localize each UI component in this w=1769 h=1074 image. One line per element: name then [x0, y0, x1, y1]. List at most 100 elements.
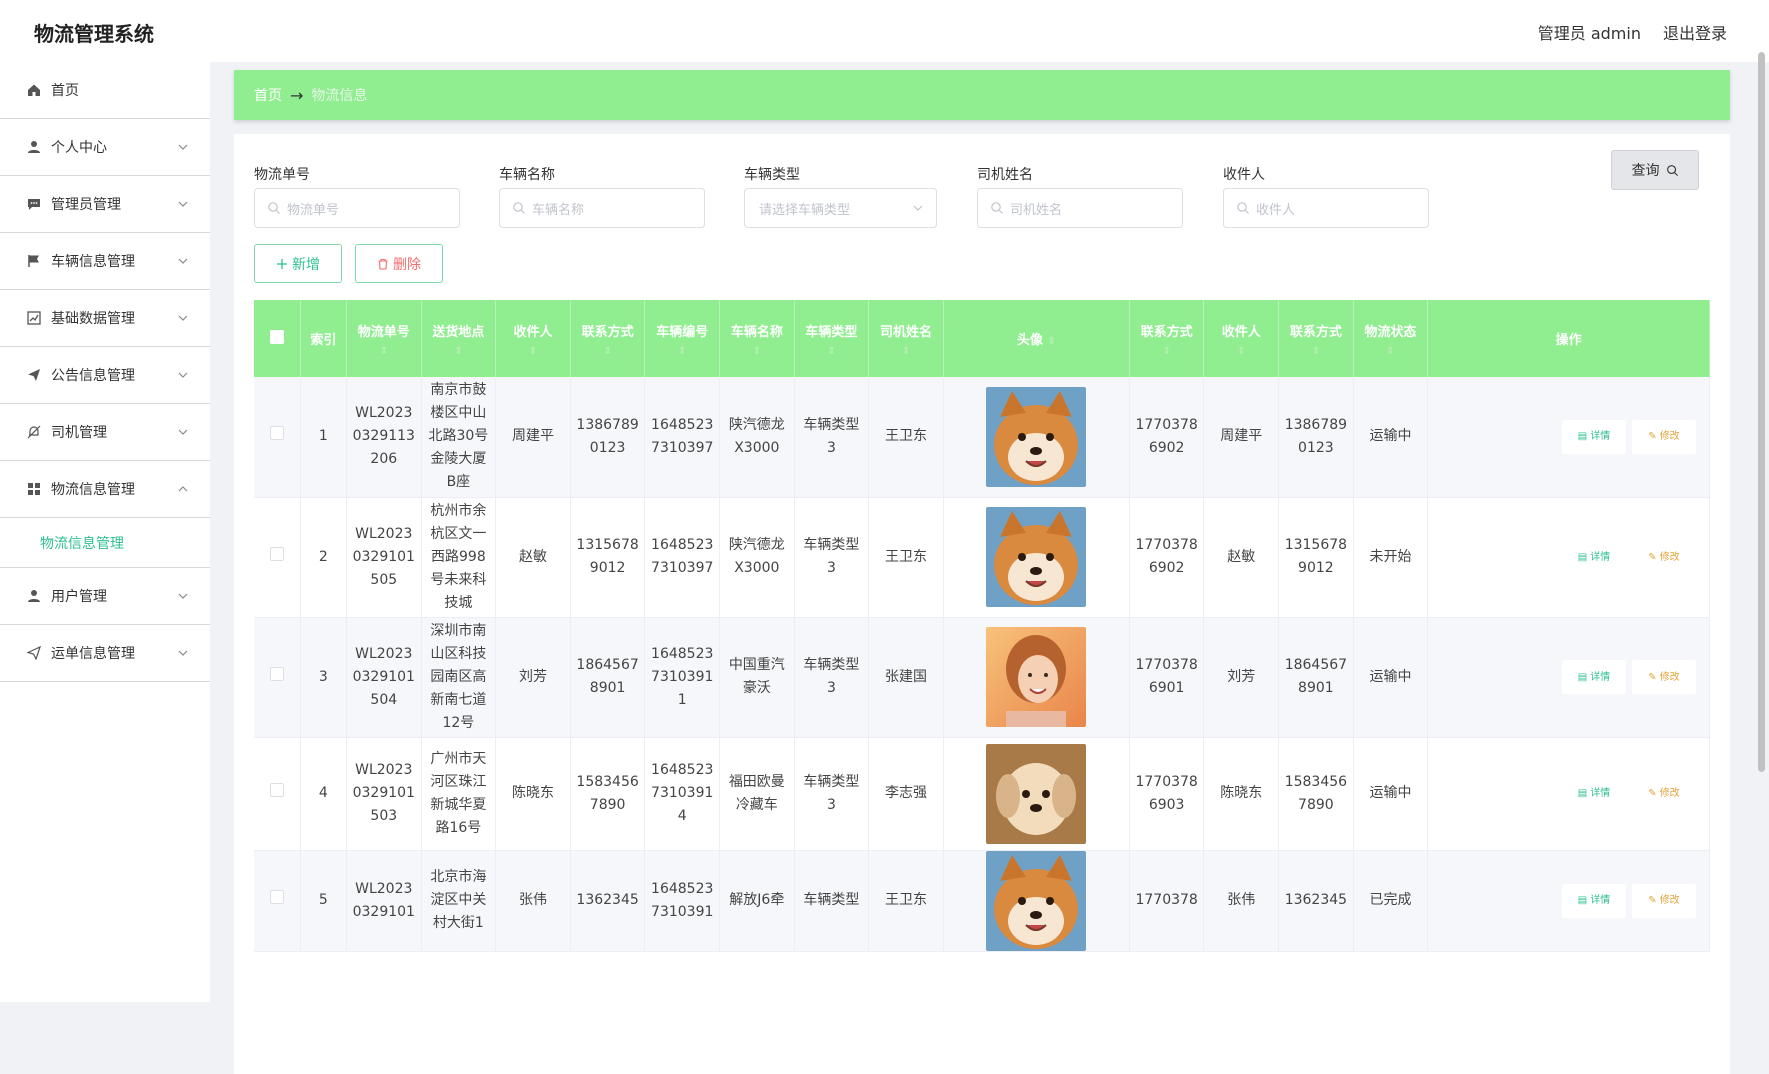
sidebar-item-home[interactable]: 首页 [0, 62, 210, 119]
sidebar-item-driver-management[interactable]: 司机管理 [0, 404, 210, 461]
flag-icon [26, 253, 42, 269]
row-select-cell[interactable] [254, 377, 301, 498]
sort-icon[interactable]: ⇕ [1356, 346, 1426, 357]
col-header[interactable]: 收件人 ⇕ [495, 300, 571, 377]
sidebar-item-label: 个人中心 [51, 140, 107, 156]
col-header[interactable]: 车辆编号 ⇕ [644, 300, 721, 377]
sort-icon[interactable]: ⇕ [1206, 346, 1276, 357]
col-header-label: 物流状态 [1364, 324, 1417, 340]
sort-icon[interactable]: ⇕ [1047, 336, 1055, 347]
col-header[interactable]: 联系方式 ⇕ [1278, 300, 1354, 377]
col-header[interactable]: 联系方式 ⇕ [570, 300, 646, 377]
breadcrumb-home[interactable]: 首页 [254, 85, 282, 105]
sort-icon[interactable]: ⇕ [349, 346, 419, 357]
edit-button[interactable]: ✎ 修改 [1632, 660, 1696, 694]
logout-button[interactable]: 退出登录 [1663, 20, 1727, 44]
cell-driver-phone: 1770378 [1129, 850, 1205, 952]
edit-button[interactable]: ✎ 修改 [1632, 883, 1696, 918]
edit-button[interactable]: ✎ 修改 [1632, 540, 1696, 574]
table-row[interactable]: 4 WL2023 0329101 503 广州市天 河区珠江 新城华夏 路16号 陈晓… [254, 737, 1710, 851]
vehicle-name-input[interactable]: 车辆名称 [499, 188, 705, 228]
col-header[interactable]: 收件人 ⇕ [1203, 300, 1280, 377]
order-no-placeholder: 物流单号 [287, 202, 340, 218]
avatar-image [986, 627, 1087, 727]
table-row[interactable]: 1 WL2023 0329113 206 南京市鼓 楼区中山 北路30号 金陵大厦 … [254, 377, 1710, 498]
page-scrollbar[interactable] [1758, 52, 1765, 772]
row-checkbox[interactable] [269, 426, 284, 441]
user-icon [26, 139, 42, 155]
row-select-cell[interactable] [254, 737, 301, 851]
table-body: 1 WL2023 0329113 206 南京市鼓 楼区中山 北路30号 金陵大厦 … [254, 377, 1710, 952]
receiver-input[interactable]: 收件人 [1223, 188, 1429, 228]
sort-icon[interactable]: ⇕ [498, 346, 568, 357]
col-header[interactable]: 物流状态 ⇕ [1353, 300, 1429, 377]
cell-vehicle-type: 车辆类型 3 [794, 617, 870, 738]
col-header-label: 车辆编号 [656, 324, 709, 340]
edit-button-label: 修改 [1659, 551, 1680, 563]
driver-name-input[interactable]: 司机姓名 [977, 188, 1183, 228]
col-header-label: 车辆名称 [730, 324, 783, 340]
detail-button[interactable]: ▤ 详情 [1562, 883, 1626, 918]
vehicle-name-label: 车辆名称 [499, 167, 555, 183]
cell-driver: 张建国 [868, 617, 944, 738]
submenu-item-logistics-info[interactable]: 物流信息管理 [0, 518, 210, 568]
pencil-icon: ✎ [1648, 551, 1657, 563]
vehicle-type-select[interactable]: 请选择车辆类型 [744, 188, 937, 228]
sidebar-item-user-management[interactable]: 用户管理 [0, 568, 210, 625]
sidebar-item-basic-data[interactable]: 基础数据管理 [0, 290, 210, 347]
row-checkbox[interactable] [269, 783, 284, 797]
cell-address: 杭州市余 杭区文一 西路998 号未来科 技城 [421, 497, 497, 618]
row-select-cell[interactable] [254, 617, 301, 738]
row-checkbox[interactable] [269, 546, 284, 561]
edit-button[interactable]: ✎ 修改 [1632, 419, 1696, 454]
detail-button[interactable]: ▤ 详情 [1562, 540, 1626, 574]
detail-button[interactable]: ▤ 详情 [1562, 660, 1626, 694]
sort-icon[interactable]: ⇕ [1132, 346, 1202, 357]
sort-icon[interactable]: ⇕ [573, 346, 643, 357]
add-button[interactable]: 新增 [254, 244, 342, 283]
sidebar-item-waybill[interactable]: 运单信息管理 [0, 625, 210, 682]
sort-icon[interactable]: ⇕ [722, 346, 792, 357]
row-select-cell[interactable] [254, 497, 301, 618]
detail-button[interactable]: ▤ 详情 [1562, 419, 1626, 454]
row-select-cell[interactable] [254, 850, 301, 952]
cell-avatar [943, 497, 1130, 618]
sort-icon[interactable]: ⇕ [871, 346, 941, 357]
col-header[interactable]: 联系方式 ⇕ [1129, 300, 1205, 377]
table-row[interactable]: 3 WL2023 0329101 504 深圳市南 山区科技 园南区高 新南七道 1… [254, 617, 1710, 738]
col-header[interactable]: 送货地点 ⇕ [421, 300, 497, 377]
sort-icon[interactable]: ⇕ [797, 346, 867, 357]
sort-icon[interactable]: ⇕ [424, 346, 494, 357]
add-button-label: 新增 [292, 256, 320, 273]
receiver-placeholder: 收件人 [1256, 202, 1296, 218]
edit-button[interactable]: ✎ 修改 [1632, 776, 1696, 811]
detail-button-label: 详情 [1590, 431, 1611, 443]
query-button[interactable]: 查询 [1611, 150, 1699, 190]
sidebar-item-logistics-info[interactable]: 物流信息管理 [0, 461, 210, 518]
col-header[interactable]: 车辆类型 ⇕ [794, 300, 870, 377]
delete-button[interactable]: 删除 [355, 244, 443, 283]
sidebar-item-announcement[interactable]: 公告信息管理 [0, 347, 210, 404]
table-row[interactable]: 5 WL2023 0329101 北京市海 淀区中关 村大街1 张伟 1362345 16… [254, 850, 1710, 952]
cell-index: 2 [300, 497, 347, 618]
row-checkbox[interactable] [269, 890, 284, 904]
sidebar-item-admin-management[interactable]: 管理员管理 [0, 176, 210, 233]
sort-icon[interactable]: ⇕ [647, 346, 717, 357]
detail-button[interactable]: ▤ 详情 [1562, 776, 1626, 811]
plus-icon [277, 258, 287, 269]
chevron-down-icon [178, 429, 188, 435]
select-all-checkbox[interactable] [269, 329, 284, 344]
sidebar-item-vehicle-info[interactable]: 车辆信息管理 [0, 233, 210, 290]
cell-order-no: WL2023 0329101 [346, 850, 422, 952]
col-header[interactable]: 头像 ⇕ [943, 300, 1130, 377]
sort-icon[interactable]: ⇕ [1281, 346, 1351, 357]
col-header[interactable]: 司机姓名 ⇕ [868, 300, 944, 377]
cell-driver: 王卫东 [868, 497, 944, 618]
sidebar-item-personal-center[interactable]: 个人中心 [0, 119, 210, 176]
col-header[interactable]: 物流单号 ⇕ [346, 300, 422, 377]
row-checkbox[interactable] [269, 666, 284, 681]
table-row[interactable]: 2 WL2023 0329101 505 杭州市余 杭区文一 西路998 号未来科 … [254, 497, 1710, 618]
order-no-input[interactable]: 物流单号 [254, 188, 460, 228]
select-all-header[interactable] [254, 300, 301, 377]
col-header[interactable]: 车辆名称 ⇕ [719, 300, 795, 377]
